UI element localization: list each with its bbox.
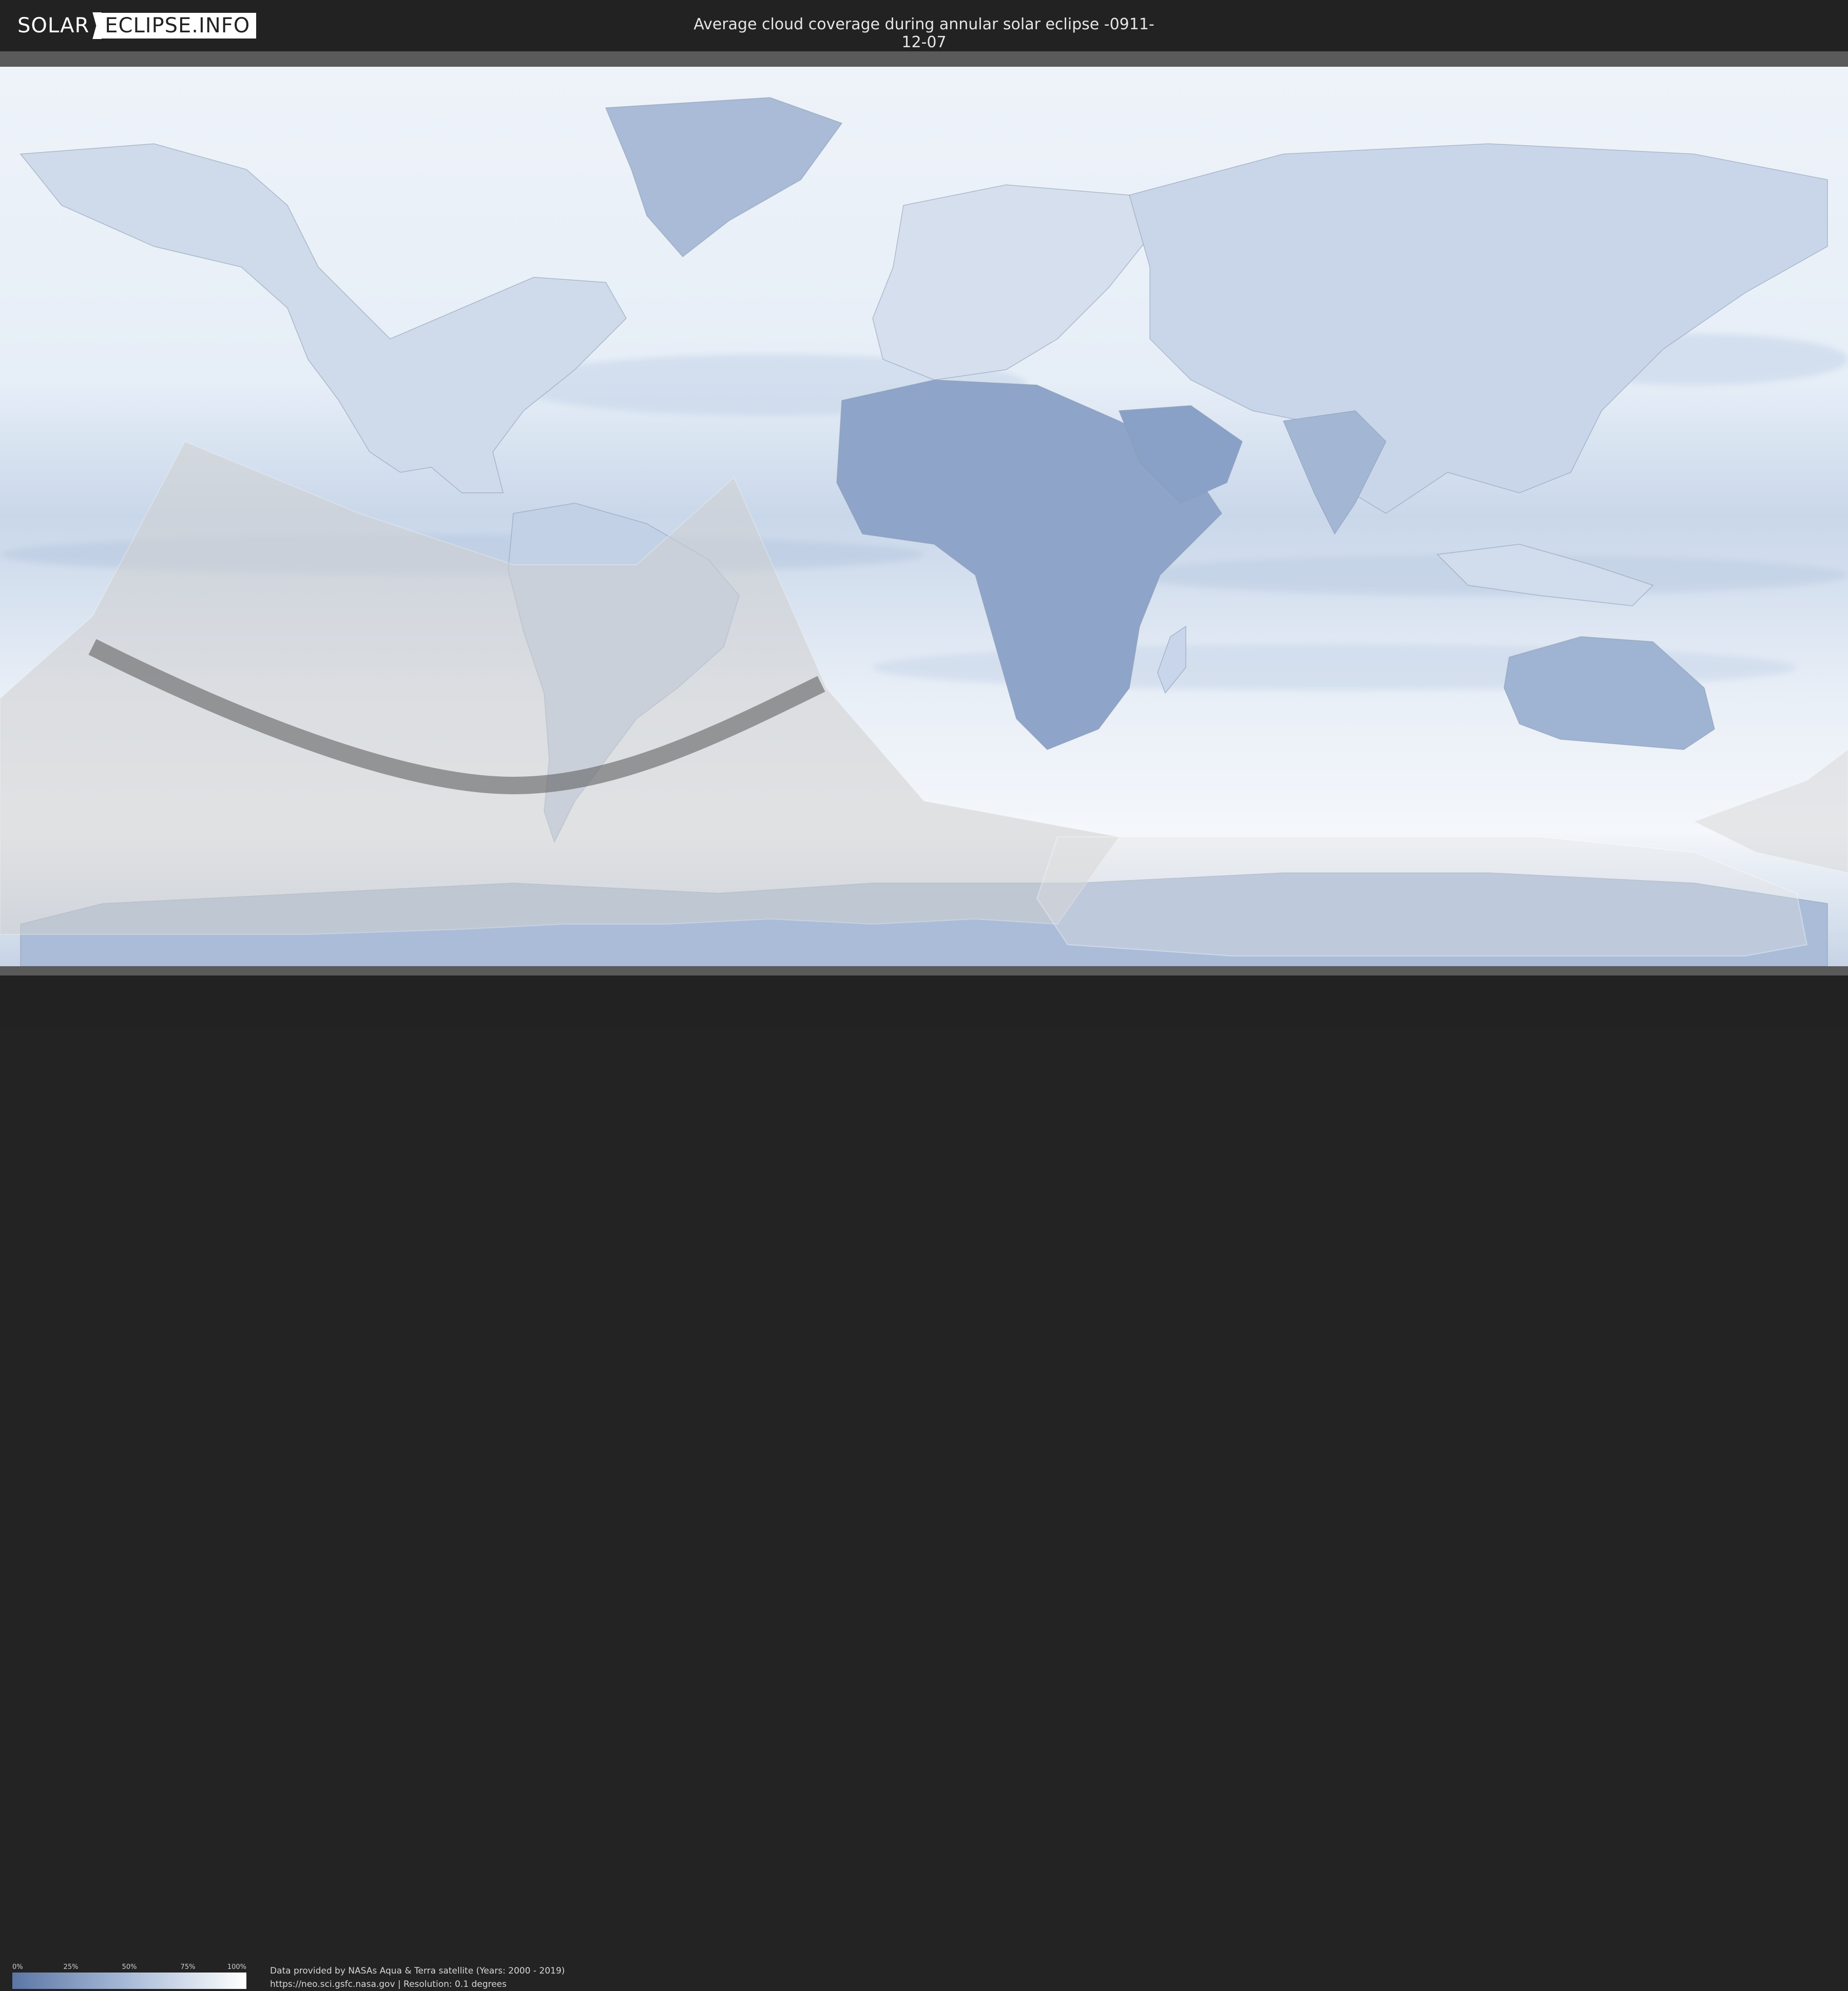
page-title: Average cloud coverage during annular so… [694, 15, 1154, 51]
legend-tick-0: 0% [12, 1963, 23, 1971]
data-attribution: Data provided by NASAs Aqua & Terra sate… [270, 1964, 565, 1991]
footer-bar: 0% 25% 50% 75% 100% Data provided by NAS… [0, 975, 1848, 1989]
site-logo[interactable]: SOLAR ECLIPSE.INFO [17, 12, 257, 39]
legend-tick-25: 25% [63, 1963, 79, 1971]
legend-tick-50: 50% [122, 1963, 137, 1971]
cloud-coverage-legend-gradient [12, 1973, 246, 1989]
logo-arrow-icon [92, 12, 102, 39]
map-bottom-edge [0, 966, 1848, 975]
legend-tick-100: 100% [227, 1963, 246, 1971]
eclipse-partial-zone-south [1036, 836, 1808, 956]
legend-tick-labels: 0% 25% 50% 75% 100% [12, 1963, 246, 1971]
attribution-line-2: https://neo.sci.gsfc.nasa.gov | Resoluti… [270, 1979, 507, 1989]
map-top-edge [0, 51, 1848, 67]
attribution-line-1: Data provided by NASAs Aqua & Terra sate… [270, 1966, 565, 1976]
legend-tick-75: 75% [180, 1963, 196, 1971]
header-bar: SOLAR ECLIPSE.INFO Average cloud coverag… [0, 0, 1848, 51]
cloud-coverage-map [0, 51, 1848, 975]
logo-text-solar: SOLAR [17, 14, 90, 37]
logo-text-eclipse-info: ECLIPSE.INFO [102, 13, 257, 39]
